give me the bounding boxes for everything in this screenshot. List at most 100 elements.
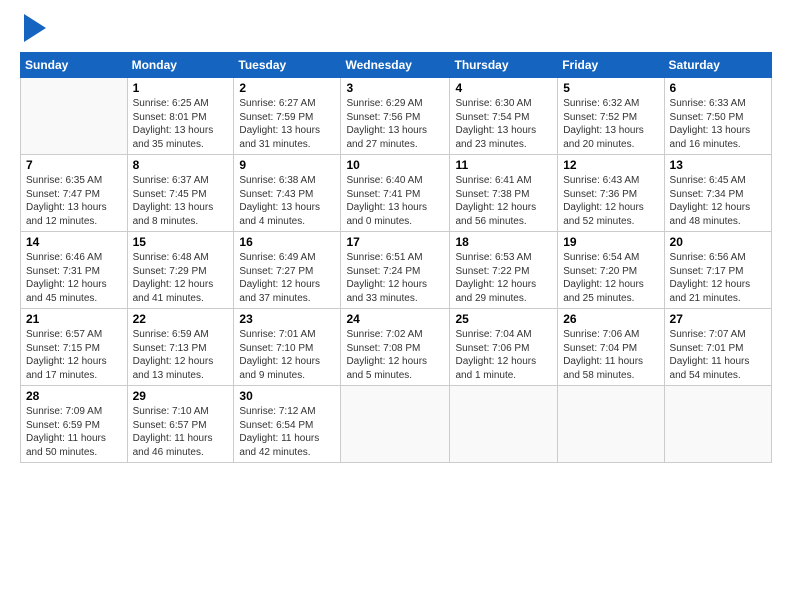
day-number: 20 bbox=[670, 235, 766, 249]
calendar-week-5: 28 Sunrise: 7:09 AM Sunset: 6:59 PM Dayli… bbox=[21, 386, 772, 463]
day-info: Sunrise: 6:48 AM Sunset: 7:29 PM Dayligh… bbox=[133, 251, 229, 305]
calendar-cell: 28 Sunrise: 7:09 AM Sunset: 6:59 PM Dayli… bbox=[21, 386, 128, 463]
day-number: 7 bbox=[26, 158, 122, 172]
day-info: Sunrise: 6:33 AM Sunset: 7:50 PM Dayligh… bbox=[670, 97, 766, 151]
day-info: Sunrise: 7:01 AM Sunset: 7:10 PM Dayligh… bbox=[239, 328, 335, 382]
day-number: 28 bbox=[26, 389, 122, 403]
weekday-header-wednesday: Wednesday bbox=[341, 53, 450, 78]
calendar-body: 1 Sunrise: 6:25 AM Sunset: 8:01 PM Daylig… bbox=[21, 78, 772, 463]
day-number: 19 bbox=[563, 235, 658, 249]
day-info: Sunrise: 6:49 AM Sunset: 7:27 PM Dayligh… bbox=[239, 251, 335, 305]
calendar-cell: 30Sunrise: 7:12 AM Sunset: 6:54 PM Dayli… bbox=[234, 386, 341, 463]
calendar-cell: 14 Sunrise: 6:46 AM Sunset: 7:31 PM Dayli… bbox=[21, 232, 128, 309]
day-number: 21 bbox=[26, 312, 122, 326]
calendar-cell: 25Sunrise: 7:04 AM Sunset: 7:06 PM Dayli… bbox=[450, 309, 558, 386]
day-info: Sunrise: 7:02 AM Sunset: 7:08 PM Dayligh… bbox=[346, 328, 444, 382]
day-info: Sunrise: 6:46 AM Sunset: 7:31 PM Dayligh… bbox=[26, 251, 122, 305]
calendar-table: SundayMondayTuesdayWednesdayThursdayFrid… bbox=[20, 52, 772, 463]
day-number: 29 bbox=[133, 389, 229, 403]
day-info: Sunrise: 6:53 AM Sunset: 7:22 PM Dayligh… bbox=[455, 251, 552, 305]
day-number: 4 bbox=[455, 81, 552, 95]
weekday-header-saturday: Saturday bbox=[664, 53, 771, 78]
calendar-cell: 1 Sunrise: 6:25 AM Sunset: 8:01 PM Daylig… bbox=[127, 78, 234, 155]
calendar-cell: 21 Sunrise: 6:57 AM Sunset: 7:15 PM Dayli… bbox=[21, 309, 128, 386]
calendar-cell: 9 Sunrise: 6:38 AM Sunset: 7:43 PM Daylig… bbox=[234, 155, 341, 232]
day-info: Sunrise: 6:51 AM Sunset: 7:24 PM Dayligh… bbox=[346, 251, 444, 305]
day-number: 9 bbox=[239, 158, 335, 172]
calendar-cell: 16 Sunrise: 6:49 AM Sunset: 7:27 PM Dayli… bbox=[234, 232, 341, 309]
calendar-cell: 5Sunrise: 6:32 AM Sunset: 7:52 PM Daylig… bbox=[558, 78, 664, 155]
day-number: 11 bbox=[455, 158, 552, 172]
day-info: Sunrise: 6:40 AM Sunset: 7:41 PM Dayligh… bbox=[346, 174, 444, 228]
calendar-cell: 23 Sunrise: 7:01 AM Sunset: 7:10 PM Dayli… bbox=[234, 309, 341, 386]
day-number: 30 bbox=[239, 389, 335, 403]
calendar-cell: 17Sunrise: 6:51 AM Sunset: 7:24 PM Dayli… bbox=[341, 232, 450, 309]
calendar-cell bbox=[664, 386, 771, 463]
day-number: 14 bbox=[26, 235, 122, 249]
calendar-cell bbox=[21, 78, 128, 155]
calendar-cell: 6 Sunrise: 6:33 AM Sunset: 7:50 PM Daylig… bbox=[664, 78, 771, 155]
day-number: 16 bbox=[239, 235, 335, 249]
calendar-cell: 7 Sunrise: 6:35 AM Sunset: 7:47 PM Daylig… bbox=[21, 155, 128, 232]
day-number: 1 bbox=[133, 81, 229, 95]
day-info: Sunrise: 6:38 AM Sunset: 7:43 PM Dayligh… bbox=[239, 174, 335, 228]
calendar-cell bbox=[450, 386, 558, 463]
day-info: Sunrise: 7:09 AM Sunset: 6:59 PM Dayligh… bbox=[26, 405, 122, 459]
day-number: 18 bbox=[455, 235, 552, 249]
calendar-cell bbox=[558, 386, 664, 463]
calendar-cell: 24Sunrise: 7:02 AM Sunset: 7:08 PM Dayli… bbox=[341, 309, 450, 386]
calendar-cell: 3Sunrise: 6:29 AM Sunset: 7:56 PM Daylig… bbox=[341, 78, 450, 155]
calendar-week-3: 14 Sunrise: 6:46 AM Sunset: 7:31 PM Dayli… bbox=[21, 232, 772, 309]
day-info: Sunrise: 6:35 AM Sunset: 7:47 PM Dayligh… bbox=[26, 174, 122, 228]
calendar-cell: 15 Sunrise: 6:48 AM Sunset: 7:29 PM Dayli… bbox=[127, 232, 234, 309]
day-number: 2 bbox=[239, 81, 335, 95]
calendar-cell: 13 Sunrise: 6:45 AM Sunset: 7:34 PM Dayli… bbox=[664, 155, 771, 232]
calendar-cell: 10Sunrise: 6:40 AM Sunset: 7:41 PM Dayli… bbox=[341, 155, 450, 232]
day-info: Sunrise: 6:27 AM Sunset: 7:59 PM Dayligh… bbox=[239, 97, 335, 151]
day-info: Sunrise: 7:04 AM Sunset: 7:06 PM Dayligh… bbox=[455, 328, 552, 382]
calendar-cell: 4 Sunrise: 6:30 AM Sunset: 7:54 PM Daylig… bbox=[450, 78, 558, 155]
calendar-cell: 29 Sunrise: 7:10 AM Sunset: 6:57 PM Dayli… bbox=[127, 386, 234, 463]
calendar-cell: 12Sunrise: 6:43 AM Sunset: 7:36 PM Dayli… bbox=[558, 155, 664, 232]
day-number: 13 bbox=[670, 158, 766, 172]
day-number: 26 bbox=[563, 312, 658, 326]
day-info: Sunrise: 6:29 AM Sunset: 7:56 PM Dayligh… bbox=[346, 97, 444, 151]
weekday-row: SundayMondayTuesdayWednesdayThursdayFrid… bbox=[21, 53, 772, 78]
day-info: Sunrise: 6:54 AM Sunset: 7:20 PM Dayligh… bbox=[563, 251, 658, 305]
day-number: 15 bbox=[133, 235, 229, 249]
logo-arrow-icon bbox=[24, 14, 46, 42]
day-info: Sunrise: 6:30 AM Sunset: 7:54 PM Dayligh… bbox=[455, 97, 552, 151]
weekday-header-sunday: Sunday bbox=[21, 53, 128, 78]
weekday-header-tuesday: Tuesday bbox=[234, 53, 341, 78]
day-info: Sunrise: 6:41 AM Sunset: 7:38 PM Dayligh… bbox=[455, 174, 552, 228]
weekday-header-monday: Monday bbox=[127, 53, 234, 78]
day-info: Sunrise: 6:56 AM Sunset: 7:17 PM Dayligh… bbox=[670, 251, 766, 305]
calendar-cell: 8 Sunrise: 6:37 AM Sunset: 7:45 PM Daylig… bbox=[127, 155, 234, 232]
day-number: 12 bbox=[563, 158, 658, 172]
calendar-cell: 22 Sunrise: 6:59 AM Sunset: 7:13 PM Dayli… bbox=[127, 309, 234, 386]
logo bbox=[20, 18, 46, 42]
day-info: Sunrise: 6:32 AM Sunset: 7:52 PM Dayligh… bbox=[563, 97, 658, 151]
page-header bbox=[20, 18, 772, 42]
day-info: Sunrise: 6:45 AM Sunset: 7:34 PM Dayligh… bbox=[670, 174, 766, 228]
calendar-cell: 26 Sunrise: 7:06 AM Sunset: 7:04 PM Dayli… bbox=[558, 309, 664, 386]
day-info: Sunrise: 6:59 AM Sunset: 7:13 PM Dayligh… bbox=[133, 328, 229, 382]
calendar-week-1: 1 Sunrise: 6:25 AM Sunset: 8:01 PM Daylig… bbox=[21, 78, 772, 155]
day-info: Sunrise: 6:57 AM Sunset: 7:15 PM Dayligh… bbox=[26, 328, 122, 382]
day-number: 27 bbox=[670, 312, 766, 326]
day-info: Sunrise: 6:25 AM Sunset: 8:01 PM Dayligh… bbox=[133, 97, 229, 151]
day-info: Sunrise: 7:07 AM Sunset: 7:01 PM Dayligh… bbox=[670, 328, 766, 382]
calendar-cell: 20 Sunrise: 6:56 AM Sunset: 7:17 PM Dayli… bbox=[664, 232, 771, 309]
day-number: 8 bbox=[133, 158, 229, 172]
calendar-cell bbox=[341, 386, 450, 463]
day-info: Sunrise: 7:06 AM Sunset: 7:04 PM Dayligh… bbox=[563, 328, 658, 382]
calendar-cell: 19 Sunrise: 6:54 AM Sunset: 7:20 PM Dayli… bbox=[558, 232, 664, 309]
day-number: 22 bbox=[133, 312, 229, 326]
calendar-week-2: 7 Sunrise: 6:35 AM Sunset: 7:47 PM Daylig… bbox=[21, 155, 772, 232]
day-info: Sunrise: 6:37 AM Sunset: 7:45 PM Dayligh… bbox=[133, 174, 229, 228]
day-info: Sunrise: 7:10 AM Sunset: 6:57 PM Dayligh… bbox=[133, 405, 229, 459]
day-number: 23 bbox=[239, 312, 335, 326]
day-number: 6 bbox=[670, 81, 766, 95]
calendar-header: SundayMondayTuesdayWednesdayThursdayFrid… bbox=[21, 53, 772, 78]
weekday-header-friday: Friday bbox=[558, 53, 664, 78]
